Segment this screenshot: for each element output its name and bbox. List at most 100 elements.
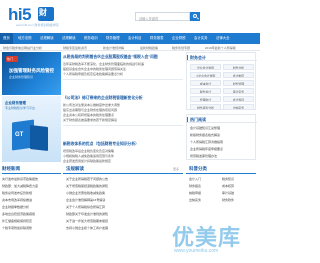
logo-wordmark: hi5 [8,5,32,24]
nav-item[interactable]: 会计实务 [194,33,208,44]
article-title[interactable]: 从税务局的判例看合伙企业股票股权基金"领税入会"问题 [63,55,158,60]
nav-item[interactable]: 财务报表 [150,33,164,44]
section-title: 法规解读 [66,166,84,171]
hot-link[interactable]: 新版财务报表格式解读 [190,133,254,137]
nav-item[interactable]: 财务管理 [106,33,120,44]
category-link[interactable]: 审计基础 [222,191,254,195]
search-icon [192,13,197,18]
category-tag[interactable]: 成本会计 [190,80,221,86]
category-tag[interactable]: 财务报表分析 [190,104,221,110]
watermark-url: www.youmeiku.com [174,248,219,254]
article-summary: 近年来财税改革不断深化，企业财务管理面临新的挑战与机遇 [63,62,145,66]
search-input[interactable]: 请输入关键词 [135,12,190,21]
category-tag[interactable]: 企业会计准则 [190,64,221,70]
box-header: 热门阅读 [187,115,257,123]
regulation-link[interactable]: 关于个人所得税综合所得汇算 [66,205,180,209]
nav-item[interactable]: 地方法规 [18,33,32,44]
watermark: 优美库 www.youmeiku.com [172,220,257,258]
article-summary: 关于财务报表披露要求的若干新规定解读 [63,118,118,122]
nav-item-home[interactable]: 首页 [0,33,13,44]
site-logo[interactable]: hi5 财 www.hi5.com 财务培训网络学院 [8,6,80,30]
regulation-link[interactable]: 关于企业所得税若干问题的公告 [66,177,180,181]
banner-subtitle: 企业财务管理知识 [9,75,34,79]
nav-item[interactable]: 会计科目 [128,33,142,44]
article-summary: 小规模纳税人减免政策适用范围与条件 [63,154,115,158]
category-tag[interactable]: 出纳实务 [223,104,254,110]
ticker-item[interactable]: 财会与税务信息网站行业分析 [3,46,42,50]
nav-item[interactable]: 法规解读 [40,33,54,44]
news-link[interactable]: 财政部：加大减税降费力度 [2,184,61,188]
category-link[interactable]: 财务报表 [189,184,221,188]
news-link[interactable]: 企业财报季数据分析 [2,205,61,209]
regulation-link[interactable]: 支持小微企业和个体工商户发展 [66,226,180,230]
box-header: 财务会计 [187,53,257,61]
article-summary: 股东出资期限与企业财务处理的衔接问题 [63,108,118,112]
box-title: 热门阅读 [190,117,206,122]
article-title[interactable]: 《公司法》修订带来的企业财税管理新变化分析 [63,96,143,101]
ticker-item[interactable]: 税务筹划专题 [172,46,190,50]
hot-link[interactable]: 个人所得税汇算清缴指南 [190,140,254,144]
news-link[interactable]: 多地出台稳经济政策措施 [2,212,61,216]
regulation-link[interactable]: 企业会计准则解释第16号解读 [66,198,180,202]
category-tag[interactable]: 管理会计 [190,96,221,102]
ticker-item[interactable]: 最新财税政策 [140,46,158,50]
promo-gt-text: GT [15,132,24,138]
nav-item[interactable]: 税务培训 [84,33,98,44]
logo-tagline: www.hi5.com 财务培训网络学院 [16,23,59,27]
section-title: 财经新闻 [2,166,20,171]
article-summary: 新公司法对注册资本认缴制度作出重大调整 [63,103,121,107]
news-link[interactable]: 税务总局发布征管新规 [2,191,61,195]
site-header: hi5 财 www.hi5.com 财务培训网络学院 请输入关键词 [0,0,260,33]
regulation-link[interactable]: 关于增值税留抵退税政策的通知 [66,184,180,188]
category-link[interactable]: 成本核算 [222,184,254,188]
category-box: 财务会计 企业会计准则 财务分析 小企业会计准则 会计制度 成本会计 财务管理 … [186,52,257,110]
news-link[interactable]: 资本市场改革持续推进 [2,198,61,202]
hot-link[interactable]: 增值税发票管理办法 [190,154,254,158]
promo-sublabel: 专业财税知识学习平台 [5,106,36,110]
article-summary: 企业研发费用加计扣除政策最新规定 [63,159,112,163]
ticker-item[interactable]: 新会计准则详解 [103,46,124,50]
article-summary: 增值税改革后企业税负变化及应对策略 [63,149,115,153]
article-summary: 股权基金在合伙企业中的税务处理问题值得关注 [63,67,127,71]
more-link[interactable]: 更多 [173,167,179,171]
hot-link[interactable]: 会计基础知识汇总整理 [190,126,254,130]
regulation-link[interactable]: 关于进一步加大增值税期末留抵 [66,219,180,223]
regulation-link[interactable]: 财政部关于印发会计准则的通知 [66,212,180,216]
divider [63,125,183,126]
hot-link[interactable]: 企业所得税年度申报要点 [190,147,254,151]
article-title[interactable]: 新税收体系的优点（包括财税专业知识分析） [63,142,139,147]
regulation-link[interactable]: 小微企业普惠性税收减免政策 [66,191,180,195]
news-ticker: 财会与税务信息网站行业分析 财税专区最新资讯 新会计准则详解 最新财税政策 税务… [0,45,260,51]
hero-banner[interactable]: 热门 加强管理财务风险管控 企业财务管理知识 [2,52,61,95]
news-link[interactable]: 央行发布最新货币政策报告 [2,177,61,181]
section-header: 法规解读 更多 [63,165,183,173]
category-link[interactable]: 财务软件 [222,198,254,202]
accent-bar [187,54,188,60]
category-tag[interactable]: 小企业会计准则 [190,72,221,78]
nav-item[interactable]: 法律大全 [216,33,230,44]
category-tag[interactable]: 审计实务 [223,88,254,94]
category-link[interactable]: 出纳实务 [189,198,221,202]
section-underline [63,173,183,174]
logo-badge-text: 财 [39,8,47,17]
news-link[interactable]: 外汇储备规模保持稳定 [2,219,61,223]
category-link[interactable]: 会计入门 [189,177,221,181]
category-tag[interactable]: 财务分析 [223,64,254,70]
category-tag[interactable]: 会计制度 [223,72,254,78]
news-link[interactable]: 个税专项附加扣除调整 [2,226,61,230]
category-tag[interactable]: 税务会计 [190,88,221,94]
category-tag[interactable]: 财务管理 [223,80,254,86]
section-underline [2,173,61,174]
category-link[interactable]: 纳税申报 [189,191,221,195]
book-illustration [30,125,48,151]
section-header: 财经新闻 [2,165,61,173]
nav-item[interactable]: 法规解读 [62,33,76,44]
category-tag[interactable]: 会计科目 [223,96,254,102]
nav-item[interactable]: 企业财税 [172,33,186,44]
main-nav: 首页 地方法规 法规解读 法规解读 税务培训 财务管理 会计科目 财务报表 企业… [0,33,260,44]
category-link[interactable]: 税务知识 [222,177,254,181]
ticker-item[interactable]: 2019年最新个人所得税 [205,46,236,50]
promo-image[interactable]: 企业财务管理 专业财税知识学习平台 GT [2,96,61,162]
search-button[interactable] [190,12,200,21]
ticker-item[interactable]: 财税专区最新资讯 [63,46,87,50]
